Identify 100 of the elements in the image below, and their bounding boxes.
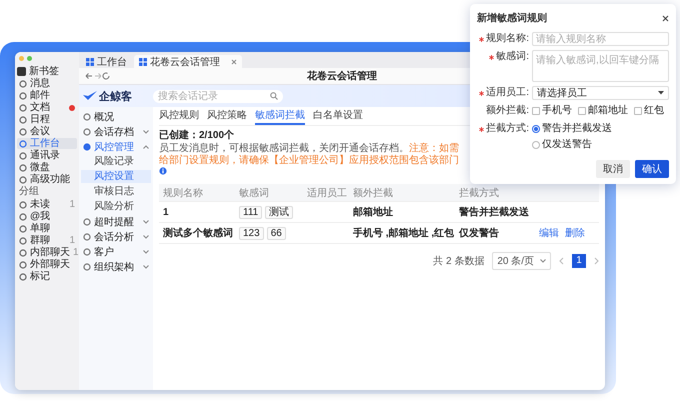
- action-link[interactable]: 删除: [565, 226, 585, 240]
- nav-item[interactable]: 组织架构: [81, 260, 151, 273]
- circle-icon: [19, 272, 27, 280]
- sidebar-item[interactable]: 文档: [17, 102, 77, 113]
- browser-tab[interactable]: 工作台: [81, 55, 132, 68]
- checkmark-logo-icon: [83, 91, 97, 101]
- sidebar-item[interactable]: 标记: [30, 271, 50, 282]
- logo-text: 企鲸客: [99, 90, 132, 104]
- checkbox[interactable]: [634, 107, 642, 115]
- nav-item[interactable]: 概况: [81, 110, 151, 123]
- option-label: 邮箱地址: [588, 104, 628, 118]
- option-label: 警告并拦截发送: [542, 122, 612, 136]
- avatar: [17, 66, 26, 76]
- page-size-select[interactable]: 20 条/页: [492, 252, 551, 270]
- column-header: 适用员工: [306, 186, 348, 200]
- nav-item[interactable]: 风控管理: [81, 140, 151, 153]
- sidebar-item[interactable]: 群聊: [30, 235, 50, 246]
- circle-icon: [83, 142, 91, 150]
- navigation-icons[interactable]: [85, 72, 111, 80]
- radio-button[interactable]: [532, 141, 540, 149]
- action-link[interactable]: 编辑: [539, 226, 559, 240]
- page-button[interactable]: 1: [572, 254, 586, 268]
- circle-icon: [19, 164, 27, 172]
- browser-tab[interactable]: 花卷云会话管理: [134, 55, 242, 68]
- tab[interactable]: 风控策略: [207, 109, 247, 125]
- column-header: 拦截方式: [458, 186, 500, 200]
- sidebar-item[interactable]: @我: [30, 211, 50, 222]
- circle-icon: [19, 224, 27, 232]
- circle-icon: [83, 232, 91, 240]
- sidebar-item[interactable]: 工作台: [17, 138, 77, 149]
- circle-icon: [19, 128, 27, 136]
- circle-icon: [83, 112, 91, 120]
- nav-item[interactable]: 客户: [81, 245, 151, 258]
- circle-icon: [19, 104, 27, 112]
- sidebar-item[interactable]: 微盘: [17, 162, 77, 173]
- confirm-button[interactable]: 确认: [635, 160, 669, 178]
- nav-item[interactable]: 超时提醒: [81, 215, 151, 228]
- column-header: 敏感词: [238, 186, 270, 200]
- option-label: 红包: [644, 104, 664, 118]
- grid-icon: [139, 58, 147, 66]
- select-field[interactable]: 请选择员工: [532, 86, 669, 100]
- circle-icon: [19, 200, 27, 208]
- nav-item[interactable]: 会话存档: [81, 125, 151, 138]
- sidebar-item[interactable]: 内部聊天: [30, 247, 70, 258]
- tab[interactable]: 白名单设置: [313, 109, 363, 125]
- option-label: 仅发送警告: [542, 138, 592, 152]
- radio-button[interactable]: [532, 125, 540, 133]
- circle-icon: [19, 80, 27, 88]
- field-label: 适用员工:: [486, 86, 529, 100]
- sidebar-item[interactable]: 未读: [30, 199, 50, 210]
- field-label: 敏感词:: [496, 50, 529, 64]
- input-field[interactable]: 请输入规则名称: [532, 32, 669, 46]
- cancel-button[interactable]: 取消: [596, 160, 630, 178]
- chevron-icon: [540, 259, 546, 263]
- table-cell-text: 仅发警告: [458, 226, 500, 240]
- close-icon[interactable]: [662, 14, 669, 22]
- notice-text: 员工发消息时，可根据敏感词拦截，关闭开通会话存档。注意：如需给部门设置规则，请确保【企业管理公司】应用授权范围包含该部门: [159, 143, 459, 166]
- sidebar-item[interactable]: 通讯录: [17, 150, 77, 161]
- nav-item[interactable]: 会话分析: [81, 230, 151, 243]
- table-cell-text: 手机号 ,邮箱地址 ,红包: [352, 226, 455, 240]
- sidebar-item[interactable]: 日程: [17, 114, 77, 125]
- previous-page-icon[interactable]: [559, 257, 564, 265]
- sidebar-item[interactable]: 会议: [17, 126, 77, 137]
- word-tag: 测试: [265, 206, 294, 218]
- circle-icon: [19, 212, 27, 220]
- column-header: 规则名称: [162, 186, 204, 200]
- next-page-icon[interactable]: [594, 257, 599, 265]
- profile-name: 新书签: [29, 64, 59, 78]
- sidebar-item[interactable]: 外部聊天: [30, 259, 70, 270]
- circle-icon: [19, 236, 27, 244]
- circle-icon: [83, 248, 91, 256]
- info-icon: [159, 167, 167, 175]
- nav-subitem[interactable]: 风控设置: [81, 170, 151, 183]
- caret-icon: [658, 91, 664, 95]
- grid-icon: [86, 58, 94, 66]
- checkbox[interactable]: [532, 107, 540, 115]
- sidebar-item[interactable]: 邮件: [17, 90, 77, 101]
- sidebar-item[interactable]: 单聊: [30, 223, 50, 234]
- nav-subitem[interactable]: 风险记录: [81, 155, 151, 168]
- tab[interactable]: 风控规则: [159, 109, 199, 125]
- table-cell-text: 警告并拦截发送: [458, 205, 530, 219]
- sidebar-item[interactable]: 高级功能: [17, 174, 77, 185]
- text-area[interactable]: 请输入敏感词,以回车键分隔: [532, 50, 669, 82]
- circle-icon: [19, 176, 27, 184]
- sidebar-item[interactable]: 消息: [17, 78, 77, 89]
- circle-icon: [83, 262, 91, 270]
- tab[interactable]: 敏感词拦截: [255, 109, 305, 125]
- word-tag: 111: [239, 206, 262, 218]
- circle-icon: [83, 218, 91, 226]
- table-cell-text: 1: [162, 206, 170, 218]
- nav-subitem[interactable]: 风险分析: [81, 200, 151, 213]
- table-cell-text: 测试多个敏感词: [162, 226, 234, 240]
- nav-subitem[interactable]: 审核日志: [81, 185, 151, 198]
- field-label: 额外拦截:: [486, 104, 529, 118]
- page-title: 花卷云会话管理: [307, 70, 377, 83]
- circle-icon: [19, 140, 27, 148]
- circle-icon: [19, 152, 27, 160]
- checkbox[interactable]: [578, 107, 586, 115]
- circle-icon: [19, 248, 27, 256]
- count: 1: [73, 247, 79, 258]
